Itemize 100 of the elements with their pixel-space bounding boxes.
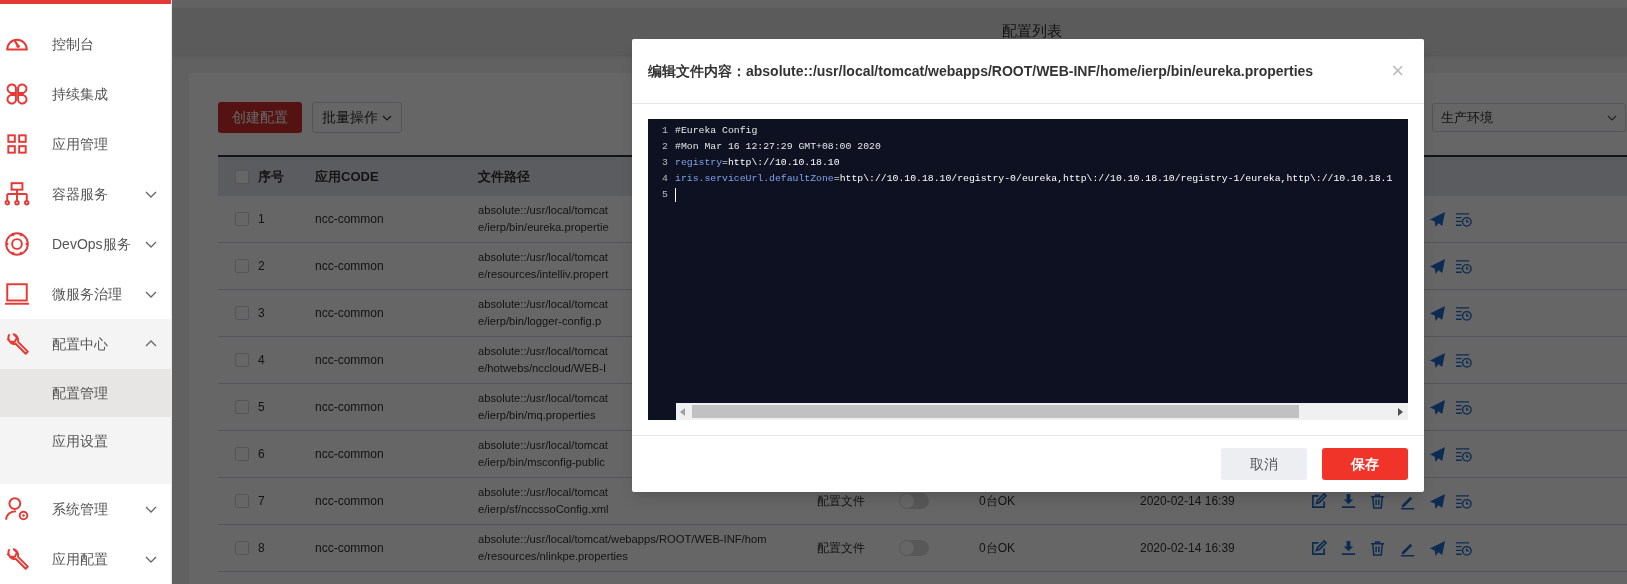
table-cell-text: 8 <box>258 540 266 557</box>
table-cell-text: 0台OK <box>979 493 1015 510</box>
menu-item[interactable]: 容器服务 <box>0 169 171 219</box>
menu-label: 应用管理 <box>52 134 109 154</box>
table-cell-text: absolute::/usr/local/tomcat e/ierp/bin/eureka.propertie <box>478 203 609 235</box>
list-clock-icon[interactable] <box>1455 258 1472 275</box>
user-gear-icon <box>4 496 30 522</box>
line-number: 2 <box>661 140 669 154</box>
table-cell-text: ncc-common <box>315 352 385 369</box>
submenu-item[interactable]: 应用设置 <box>0 417 171 465</box>
paper-plane-icon[interactable] <box>1429 352 1446 369</box>
line-number: 1 <box>661 124 669 138</box>
table-cell-text: ncc-common <box>315 540 385 557</box>
table-cell-text: 7 <box>258 493 266 510</box>
list-clock-icon[interactable] <box>1455 305 1472 322</box>
table-cell-text: ncc-common <box>315 446 385 463</box>
scroll-right-icon[interactable] <box>1397 407 1403 416</box>
column-header: 应用CODE <box>315 167 380 186</box>
table-cell-text: 6 <box>258 446 266 463</box>
hierarchy-icon <box>4 181 30 207</box>
menu-label: 持续集成 <box>52 84 109 104</box>
menu-label: 微服务治理 <box>52 284 123 304</box>
wrench-icon <box>4 331 30 357</box>
table-cell-text: 2 <box>258 258 266 275</box>
page-title: 配置列表 <box>1002 21 1062 42</box>
paper-plane-icon[interactable] <box>1429 305 1446 322</box>
table-cell-text: 3 <box>258 305 266 322</box>
line-number: 5 <box>661 188 669 202</box>
table-cell-text: absolute::/usr/local/tomcat/webapps/ROOT/WEB-INF/hom e/resources/nlinkpe.properties <box>478 532 767 564</box>
laptop-icon <box>4 281 30 307</box>
menu-label: 配置中心 <box>52 334 109 354</box>
code-line: registry=http\://10.10.18.10 <box>674 156 840 170</box>
code-line: #Mon Mar 16 12:27:29 GMT+08:00 2020 <box>674 140 881 154</box>
list-clock-icon[interactable] <box>1455 352 1472 369</box>
toggle-switch[interactable] <box>899 493 929 509</box>
paper-plane-icon[interactable] <box>1429 446 1446 463</box>
horizontal-scrollbar[interactable] <box>676 403 1408 420</box>
code-line: #Eureka Config <box>674 124 758 138</box>
code-line: iris.serviceUrl.defaultZone=http\://10.10.18.10/registry-0/eureka,http\://10.10.18.10/registry-1/eureka,http\://10.10.18.1 <box>674 172 1393 186</box>
petals-icon <box>4 81 30 107</box>
menu-item[interactable]: 控制台 <box>0 19 171 69</box>
line-number: 3 <box>661 156 669 170</box>
menu-item[interactable]: DevOps服务 <box>0 219 171 269</box>
wrench-icon <box>4 546 30 572</box>
menu-item[interactable]: 应用管理 <box>0 119 171 169</box>
menu-item[interactable]: 持续集成 <box>0 69 171 119</box>
menu-label: 系统管理 <box>52 499 109 519</box>
dialog-title: 编辑文件内容：absolute::/usr/local/tomcat/webapps/ROOT/WEB-INF/home/ierp/bin/eureka.properties <box>648 61 1314 81</box>
code-editor[interactable] <box>648 119 1408 420</box>
menu-item[interactable]: 微服务治理 <box>0 269 171 319</box>
table-cell-text: ncc-common <box>315 258 385 275</box>
menu-item[interactable]: 配置中心 <box>0 319 171 369</box>
cancel-button[interactable]: 取消 <box>1221 448 1307 480</box>
paper-plane-icon[interactable] <box>1429 211 1446 228</box>
trash-icon[interactable] <box>1369 540 1386 557</box>
edit-icon[interactable] <box>1310 493 1327 510</box>
grid-icon <box>4 131 30 157</box>
table-cell-text: absolute::/usr/local/tomcat e/resources/intelliv.propert <box>478 250 609 282</box>
submenu-item[interactable]: 配置管理 <box>0 369 171 417</box>
scrollbar-thumb[interactable] <box>692 405 1299 418</box>
table-cell-text: absolute::/usr/local/tomcat e/ierp/sf/nccssoConfig.xml <box>478 485 609 517</box>
column-header: 文件路径 <box>478 167 530 186</box>
paper-plane-icon[interactable] <box>1429 540 1446 557</box>
table-cell-text: absolute::/usr/local/tomcat e/ierp/bin/logger-config.p <box>478 297 608 329</box>
paper-plane-icon[interactable] <box>1429 258 1446 275</box>
menu-label: 控制台 <box>52 34 95 54</box>
table-cell-text: 2020-02-14 16:39 <box>1140 493 1235 510</box>
list-clock-icon[interactable] <box>1455 493 1472 510</box>
menu-item[interactable]: 系统管理 <box>0 484 171 534</box>
table-cell-text: 0台OK <box>979 540 1015 557</box>
menu-label: DevOps服务 <box>52 234 132 254</box>
table-cell-text: absolute::/usr/local/tomcat e/hotwebs/nccloud/WEB-I <box>478 344 608 376</box>
table-cell-text: 配置文件 <box>817 493 865 510</box>
table-cell-text: ncc-common <box>315 493 385 510</box>
paper-plane-icon[interactable] <box>1429 493 1446 510</box>
edit-icon[interactable] <box>1310 540 1327 557</box>
table-cell-text: absolute::/usr/local/tomcat e/ierp/bin/msconfig-public <box>478 438 608 470</box>
download-icon[interactable] <box>1340 493 1357 510</box>
table-cell-text: 2020-02-14 16:39 <box>1140 540 1235 557</box>
list-clock-icon[interactable] <box>1455 399 1472 416</box>
menu-label: 应用配置 <box>52 549 109 569</box>
download-icon[interactable] <box>1340 540 1357 557</box>
save-button[interactable]: 保存 <box>1322 448 1408 480</box>
trash-icon[interactable] <box>1369 493 1386 510</box>
column-header: 序号 <box>258 167 285 186</box>
paper-plane-icon[interactable] <box>1429 399 1446 416</box>
list-clock-icon[interactable] <box>1455 446 1472 463</box>
line-number: 4 <box>661 172 669 186</box>
table-cell-text: absolute::/usr/local/tomcat e/ierp/bin/mq.properties <box>478 391 608 423</box>
menu-item[interactable]: 应用配置 <box>0 534 171 584</box>
list-clock-icon[interactable] <box>1455 540 1472 557</box>
table-cell-text: 1 <box>258 211 266 228</box>
table-cell-text: 4 <box>258 352 266 369</box>
list-clock-icon[interactable] <box>1455 211 1472 228</box>
table-cell-text: ncc-common <box>315 305 385 322</box>
scroll-left-icon[interactable] <box>680 407 686 416</box>
table-cell-text: 5 <box>258 399 266 416</box>
menu-label: 容器服务 <box>52 184 109 204</box>
table-cell-text: ncc-common <box>315 399 385 416</box>
table-cell-text: 配置文件 <box>817 540 865 557</box>
